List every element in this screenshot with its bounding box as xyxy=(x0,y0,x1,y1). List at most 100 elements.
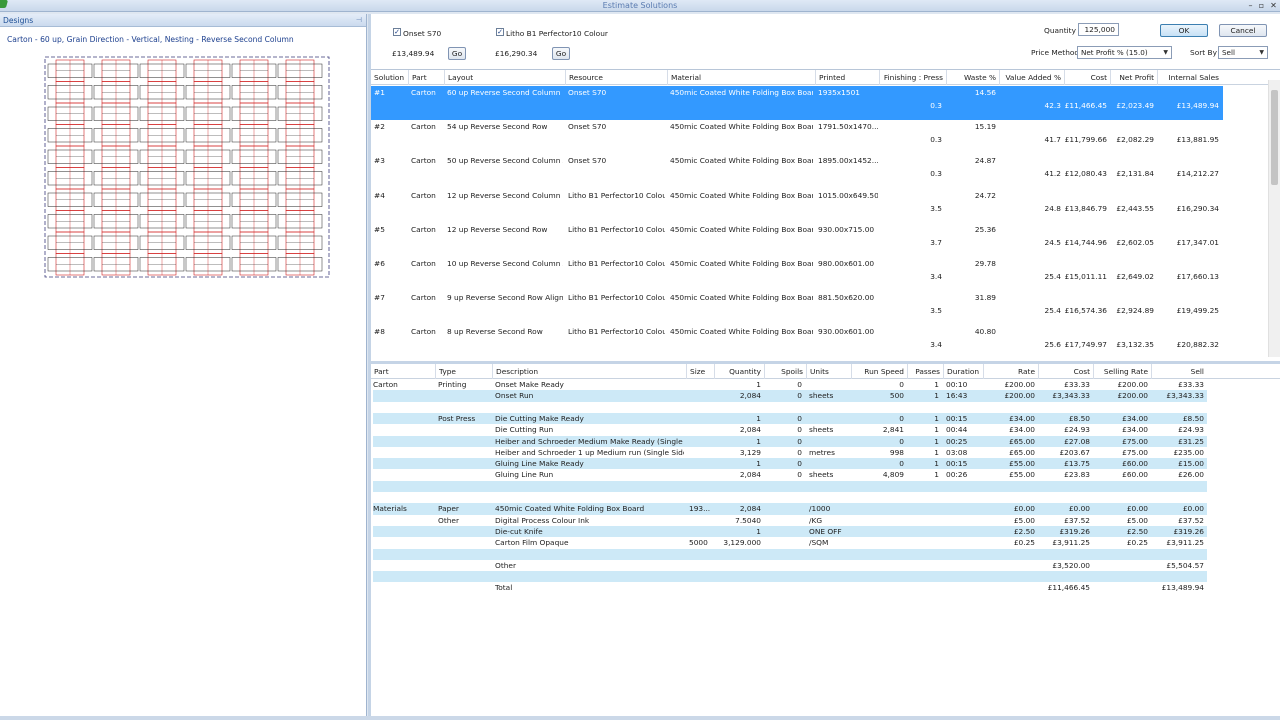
press-onset-checkbox[interactable]: ✓ xyxy=(393,28,401,36)
detail-row[interactable]: Other £3,520.00 £5,504.57 xyxy=(373,560,1207,571)
press-litho-checkbox[interactable]: ✓ xyxy=(496,28,504,36)
solution-row[interactable]: #2 Carton 54 up Reverse Second Row Onset S7… xyxy=(371,120,1223,154)
press-onset-go-button[interactable]: Go xyxy=(448,47,466,60)
detail-cell-description: Die Cutting Run xyxy=(495,425,554,435)
solution-row[interactable]: #6 Carton 10 up Reverse Second Column A...… xyxy=(371,257,1223,291)
col-internal-sales[interactable]: Internal Sales xyxy=(1157,70,1222,85)
col-finishing-press[interactable]: Finishing : Press xyxy=(879,70,946,85)
detail-cell-rate: £34.00 xyxy=(1009,425,1035,435)
scrollbar-thumb[interactable] xyxy=(1271,90,1278,185)
solution-cell-sol: #1 xyxy=(374,88,385,97)
col-layout[interactable]: Layout xyxy=(444,70,565,85)
col-part[interactable]: Part xyxy=(408,70,444,85)
col-solution[interactable]: Solution xyxy=(371,70,408,85)
dcol-part[interactable]: Part xyxy=(371,364,435,379)
dcol-duration[interactable]: Duration xyxy=(943,364,983,379)
solution-cell-printed: 1895.00x1452... xyxy=(818,156,878,165)
detail-row[interactable]: Carton Film Opaque 5000 3,129.000/SQM £0.25… xyxy=(373,537,1207,548)
detail-row[interactable]: Total £11,466.45 £13,489.94 xyxy=(373,582,1207,593)
price-method-select[interactable]: Net Profit % (15.0) ▼ xyxy=(1077,46,1172,59)
solution-cell-finishing: 3.5 xyxy=(930,204,942,213)
detail-row[interactable]: Other Digital Process Colour Ink 7.5040/KG… xyxy=(373,515,1207,526)
detail-cell-cost: £3,343.33 xyxy=(1052,391,1090,401)
solutions-scrollbar[interactable] xyxy=(1268,80,1280,357)
solution-row[interactable]: #5 Carton 12 up Reverse Second Row Litho B1… xyxy=(371,223,1223,257)
dcol-description[interactable]: Description xyxy=(492,364,686,379)
carton-die xyxy=(185,81,231,104)
maximize-button[interactable]: ▫ xyxy=(1256,0,1267,11)
detail-row[interactable] xyxy=(373,548,1207,560)
detail-row[interactable]: Heiber and Schroeder Medium Make Ready (… xyxy=(373,435,1207,447)
detail-cell-run-speed: 0 xyxy=(899,436,904,446)
carton-die xyxy=(277,210,323,233)
sort-by-select[interactable]: Sell ▼ xyxy=(1218,46,1268,59)
dcol-units[interactable]: Units xyxy=(806,364,851,379)
detail-cell-cost: £24.93 xyxy=(1064,425,1090,435)
press-litho-go-button[interactable]: Go xyxy=(552,47,570,60)
close-button[interactable]: ✕ xyxy=(1268,0,1279,11)
detail-row[interactable]: Die Cutting Run 2,084 0 sheets 2,841 1 00:44 £3… xyxy=(373,424,1207,435)
detail-row[interactable]: Carton Printing Onset Make Ready 1 0 0 1 00:10 £… xyxy=(373,379,1207,390)
solution-cell-waste: 15.19 xyxy=(974,122,996,131)
dcol-spoils[interactable]: Spoils xyxy=(764,364,806,379)
carton-die xyxy=(47,145,93,168)
col-printed[interactable]: Printed xyxy=(815,70,879,85)
solution-row[interactable]: #4 Carton 12 up Reverse Second Column Litho… xyxy=(371,189,1223,223)
solution-cell-sales: £13,881.95 xyxy=(1176,135,1219,144)
dcol-quantity[interactable]: Quantity xyxy=(714,364,764,379)
carton-die xyxy=(139,145,185,168)
carton-die xyxy=(139,210,185,233)
detail-cell-description: Gluing Line Run xyxy=(495,470,554,480)
detail-cell-quantity: 3,129 xyxy=(739,447,761,457)
cancel-button[interactable]: Cancel xyxy=(1219,24,1267,37)
solution-cell-printed: 881.50x620.00 xyxy=(818,293,875,302)
col-material[interactable]: Material xyxy=(667,70,815,85)
detail-row[interactable]: Onset Run 2,084 0 sheets 500 1 16:43 £200.00 £3,… xyxy=(373,390,1207,402)
dcol-cost[interactable]: Cost xyxy=(1038,364,1093,379)
dcol-sell[interactable]: Sell xyxy=(1151,364,1207,379)
dcol-type[interactable]: Type xyxy=(435,364,492,379)
detail-row[interactable]: Post Press Die Cutting Make Ready 1 0 0 1 00:1… xyxy=(373,412,1207,425)
detail-row[interactable] xyxy=(373,402,1207,413)
solution-cell-material: 450mic Coated White Folding Box Board xyxy=(670,259,813,268)
detail-cell-quantity: 2,084 xyxy=(739,425,761,435)
detail-row[interactable] xyxy=(373,480,1207,492)
dcol-passes[interactable]: Passes xyxy=(907,364,943,379)
detail-row[interactable] xyxy=(373,571,1207,583)
detail-row[interactable]: Gluing Line Run 2,084 0 sheets 4,809 1 00:26 £5… xyxy=(373,469,1207,480)
detail-cell-units: /1000 xyxy=(809,504,831,514)
col-net-profit[interactable]: Net Profit xyxy=(1110,70,1157,85)
solution-cell-sol: #6 xyxy=(374,259,385,268)
solution-row[interactable]: #3 Carton 50 up Reverse Second Column A...… xyxy=(371,154,1223,188)
detail-cell-sell: £26.00 xyxy=(1178,470,1204,480)
solution-row[interactable]: #7 Carton 9 up Reverse Second Row Align Lit… xyxy=(371,291,1223,325)
detail-row[interactable]: Heiber and Schroeder 1 up Medium run (Si… xyxy=(373,447,1207,458)
col-cost[interactable]: Cost xyxy=(1064,70,1110,85)
dcol-selling-rate[interactable]: Selling Rate xyxy=(1093,364,1151,379)
solution-cell-finishing: 0.3 xyxy=(930,169,942,178)
dcol-rate[interactable]: Rate xyxy=(983,364,1038,379)
minimize-button[interactable]: – xyxy=(1245,0,1256,11)
dcol-size[interactable]: Size xyxy=(686,364,714,379)
detail-row[interactable] xyxy=(373,492,1207,503)
col-resource[interactable]: Resource xyxy=(565,70,667,85)
quantity-input[interactable]: 125,000 xyxy=(1078,23,1119,36)
detail-row[interactable]: Gluing Line Make Ready 1 0 0 1 00:15 £55.00 £13… xyxy=(373,458,1207,470)
col-value-added[interactable]: Value Added % xyxy=(999,70,1064,85)
detail-cell-quantity: 2,084 xyxy=(739,504,761,514)
solution-row[interactable]: #1 Carton 60 up Reverse Second Column Onset… xyxy=(371,86,1223,120)
detail-cell-duration: 00:26 xyxy=(946,470,968,480)
solution-row[interactable]: #8 Carton 8 up Reverse Second Row Litho B1 … xyxy=(371,325,1223,359)
detail-cell-sell: £8.50 xyxy=(1182,413,1204,423)
detail-cell-description: Total xyxy=(495,583,513,593)
detail-row[interactable]: Die-cut Knife 1 ONE OFF £2.50 £319.26 £2.50 £3… xyxy=(373,525,1207,538)
detail-row[interactable]: Materials Paper 450mic Coated White Foldin… xyxy=(373,503,1207,515)
dcol-run-speed[interactable]: Run Speed xyxy=(851,364,907,379)
pin-icon[interactable]: ⊣ xyxy=(356,14,362,27)
carton-die xyxy=(47,124,93,147)
col-waste[interactable]: Waste % xyxy=(946,70,999,85)
carton-die xyxy=(185,231,231,254)
ok-button[interactable]: OK xyxy=(1160,24,1208,37)
dropdown-arrow-icon: ▼ xyxy=(1259,49,1264,56)
carton-die xyxy=(185,145,231,168)
